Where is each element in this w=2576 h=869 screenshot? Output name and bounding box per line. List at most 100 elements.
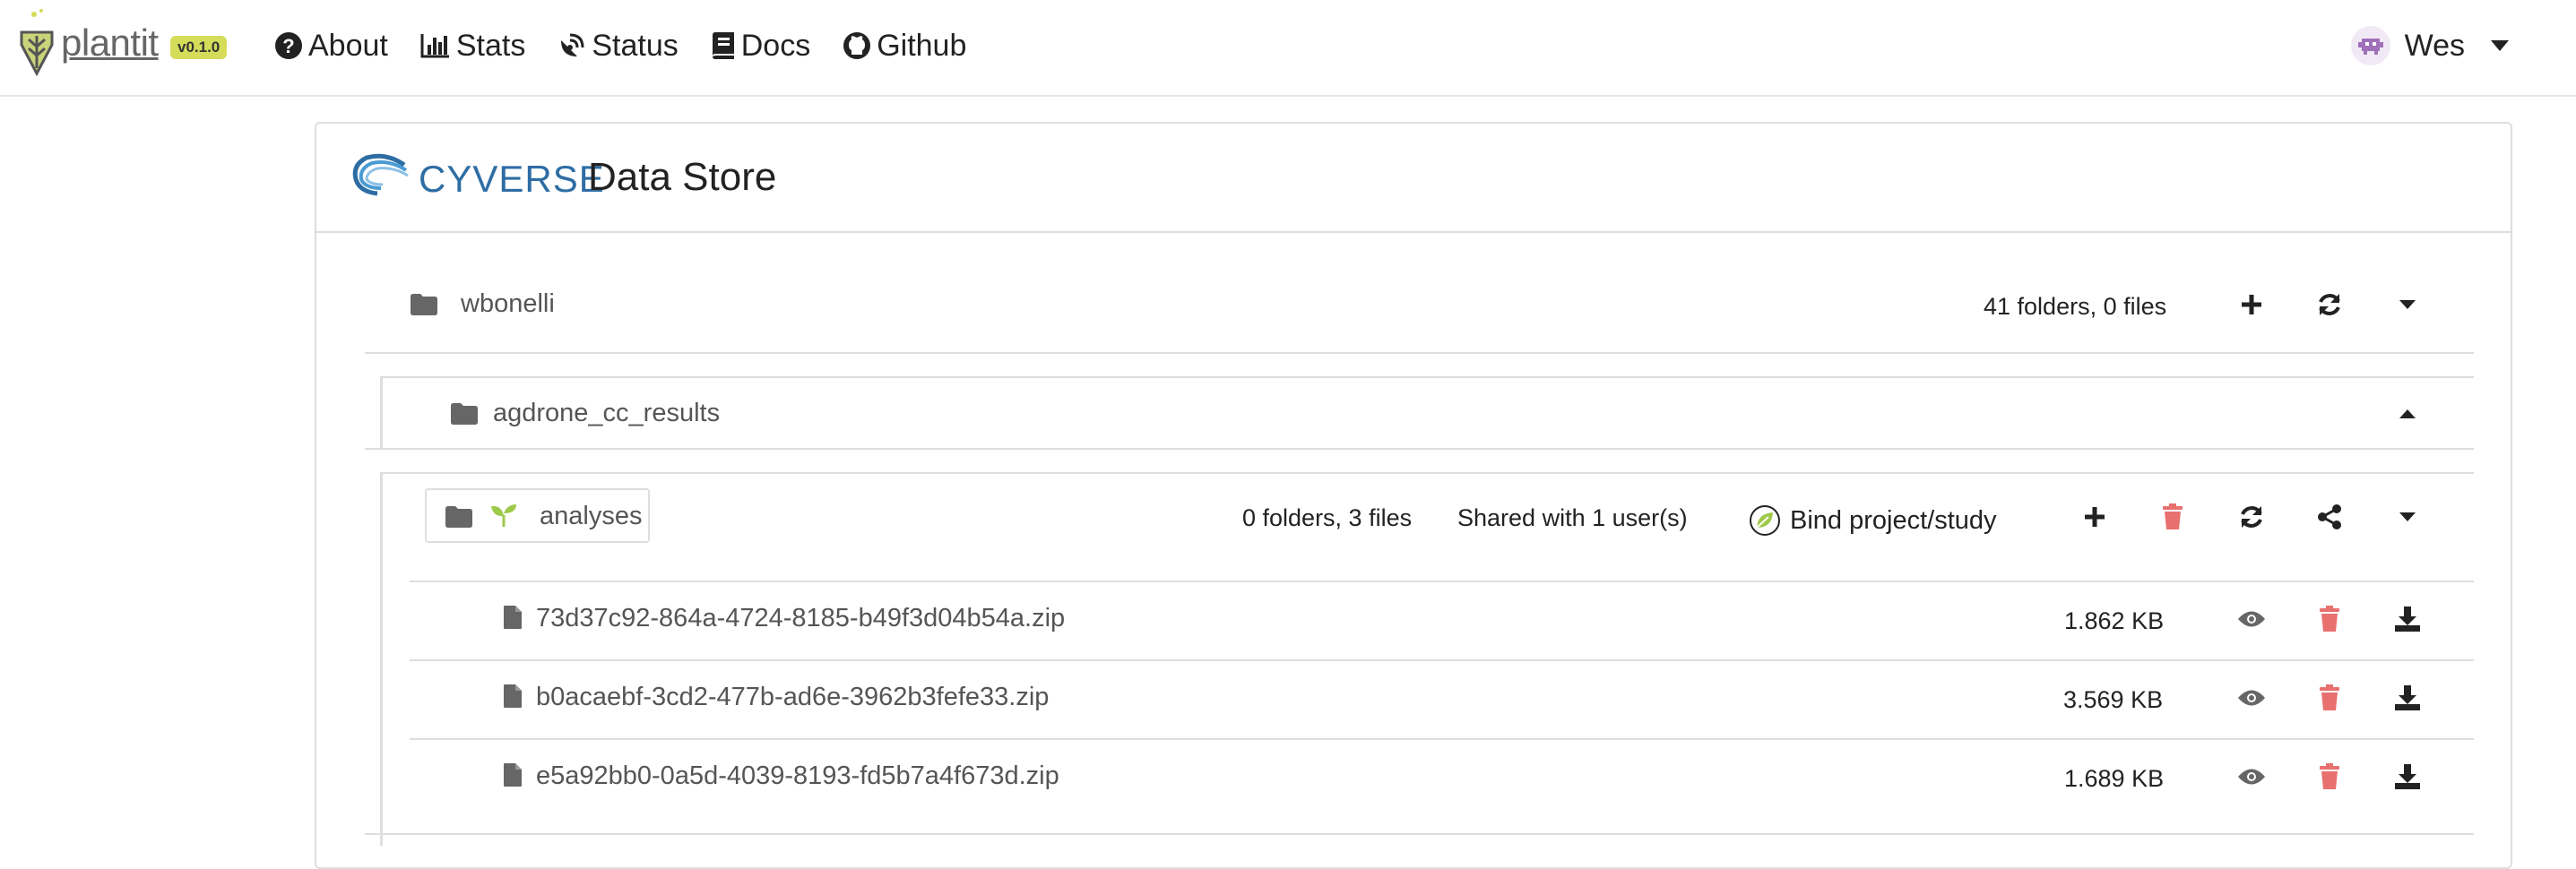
card-header: CYVERSE Data Store: [316, 124, 2511, 233]
version-badge: v0.1.0: [170, 36, 228, 59]
user-menu-dropdown[interactable]: Wes: [2350, 23, 2510, 68]
divider: [365, 352, 2474, 354]
file-view-button[interactable]: [2232, 599, 2271, 639]
invader-avatar-icon: [2357, 39, 2383, 55]
download-icon: [2395, 685, 2420, 710]
tree-indent-line: [380, 376, 383, 448]
divider: [365, 448, 2474, 450]
brand-logo[interactable]: plantit v0.1.0: [16, 9, 231, 81]
question-circle-icon: ?: [275, 32, 302, 59]
analyses-delete-button[interactable]: [2153, 497, 2192, 537]
file-download-button[interactable]: [2388, 599, 2427, 639]
folder-icon: [451, 403, 478, 425]
book-icon: [712, 32, 734, 59]
plantit-leaf-icon: [20, 9, 54, 77]
file-delete-button[interactable]: [2310, 678, 2349, 718]
eye-icon: [2238, 769, 2265, 785]
file-name[interactable]: e5a92bb0-0a5d-4039-8193-fd5b7a4f673d.zip: [536, 761, 1059, 791]
nav-docs-label: Docs: [740, 28, 811, 63]
caret-down-icon: [2491, 40, 2509, 51]
share-alt-icon: [2318, 504, 2341, 529]
chart-bar-icon: [420, 34, 449, 58]
analyses-expand-button[interactable]: [2388, 497, 2427, 537]
bind-project-button[interactable]: Bind project/study: [1749, 504, 1997, 537]
file-icon: [504, 606, 522, 629]
download-icon: [2395, 607, 2420, 632]
analyses-share-button[interactable]: [2310, 497, 2349, 537]
root-add-button[interactable]: [2232, 285, 2271, 324]
file-name[interactable]: 73d37c92-864a-4724-8185-b49f3d04b54a.zip: [536, 604, 1065, 633]
file-download-button[interactable]: [2388, 678, 2427, 718]
file-icon: [504, 763, 522, 787]
divider: [380, 376, 2474, 378]
root-folder-summary: 41 folders, 0 files: [1984, 293, 2167, 320]
analyses-folder-chip[interactable]: analyses: [425, 488, 650, 543]
trash-icon: [2163, 503, 2183, 529]
file-size: 3.569 KB: [2063, 686, 2164, 713]
analyses-refresh-button[interactable]: [2232, 497, 2271, 537]
tree-indent-line: [380, 472, 383, 846]
divider: [365, 833, 2474, 835]
divider: [410, 738, 2474, 740]
cyverse-logo-icon: [352, 153, 409, 196]
brand-name[interactable]: plantit: [61, 22, 159, 65]
eye-icon: [2238, 690, 2265, 706]
divider: [410, 581, 2474, 582]
user-avatar: [2350, 26, 2390, 65]
seedling-icon: [491, 504, 516, 527]
caret-down-icon: [2399, 300, 2416, 309]
nav-status-link[interactable]: Status: [558, 25, 679, 66]
nav-stats-label: Stats: [455, 28, 526, 63]
analyses-summary: 0 folders, 3 files: [1242, 504, 1413, 531]
nav-github-label: Github: [877, 28, 967, 63]
root-folder-name[interactable]: wbonelli: [461, 289, 555, 319]
divider: [380, 472, 2474, 474]
analyses-shared-status[interactable]: Shared with 1 user(s): [1457, 504, 1688, 532]
file-delete-button[interactable]: [2310, 599, 2349, 639]
file-icon: [504, 684, 522, 708]
subfolder-name[interactable]: agdrone_cc_results: [493, 399, 720, 428]
trash-icon: [2320, 763, 2339, 789]
satellite-dish-icon: [561, 33, 584, 56]
divider: [410, 659, 2474, 661]
file-view-button[interactable]: [2232, 678, 2271, 718]
nav-docs-link[interactable]: Docs: [711, 25, 810, 66]
file-download-button[interactable]: [2388, 757, 2427, 796]
nav-links: ? About Stats Status Docs Github: [274, 25, 998, 66]
root-expand-button[interactable]: [2388, 285, 2427, 324]
caret-down-icon: [2399, 512, 2416, 521]
root-refresh-button[interactable]: [2310, 285, 2349, 324]
analyses-add-button[interactable]: [2075, 497, 2114, 537]
plus-icon: [2085, 507, 2105, 527]
github-icon: [843, 32, 871, 59]
sync-icon: [2241, 506, 2262, 528]
folder-icon: [445, 506, 472, 528]
svg-text:?: ?: [282, 35, 294, 57]
bind-project-label: Bind project/study: [1790, 505, 1997, 535]
file-delete-button[interactable]: [2310, 757, 2349, 796]
download-icon: [2395, 764, 2420, 789]
user-name: Wes: [2404, 28, 2465, 63]
nav-status-label: Status: [592, 28, 679, 63]
datastore-title: Data Store: [588, 155, 777, 199]
leaf-circle-icon: [1750, 505, 1780, 536]
nav-stats-link[interactable]: Stats: [420, 25, 525, 66]
file-view-button[interactable]: [2232, 757, 2271, 796]
analyses-folder-name: analyses: [540, 502, 643, 530]
sync-icon: [2319, 294, 2340, 315]
plus-icon: [2242, 295, 2261, 314]
cyverse-wordmark: CYVERSE: [419, 158, 605, 200]
trash-icon: [2320, 606, 2339, 632]
nav-about-label: About: [308, 28, 388, 63]
file-size: 1.689 KB: [2064, 765, 2165, 792]
subfolder-collapse-button[interactable]: [2388, 394, 2427, 434]
file-size: 1.862 KB: [2064, 607, 2165, 634]
top-navbar: plantit v0.1.0 ? About Stats Status Docs…: [0, 0, 2576, 97]
file-name[interactable]: b0acaebf-3cd2-477b-ad6e-3962b3fefe33.zip: [536, 683, 1049, 712]
folder-icon: [411, 294, 437, 315]
nav-github-link[interactable]: Github: [843, 25, 966, 66]
nav-about-link[interactable]: ? About: [274, 25, 388, 66]
eye-icon: [2238, 611, 2265, 627]
caret-up-icon: [2399, 409, 2416, 418]
trash-icon: [2320, 684, 2339, 710]
